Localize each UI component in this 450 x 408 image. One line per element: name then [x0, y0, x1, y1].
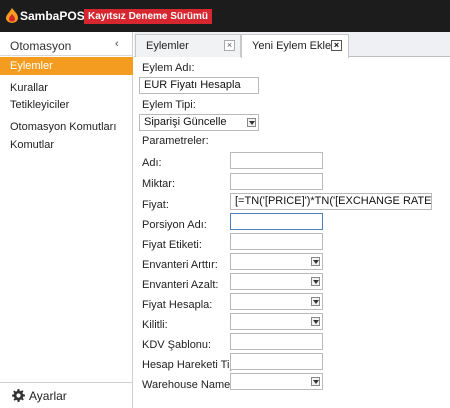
- sidebar-item-tetikleyiciler[interactable]: Tetikleyiciler: [0, 96, 133, 114]
- main-panel: Eylemler × Yeni Eylem Ekle × Eylem Adı: …: [134, 32, 450, 408]
- settings-label: Ayarlar: [29, 389, 67, 403]
- param-label: Adı:: [142, 157, 162, 169]
- param-label: Miktar:: [142, 178, 175, 190]
- sidebar: Otomasyon ‹ Eylemler Kurallar Tetikleyic…: [0, 32, 133, 408]
- param-label: Warehouse Name:: [142, 379, 234, 391]
- param-label: Fiyat Hesapla:: [142, 299, 213, 311]
- app-name: SambaPOS: [20, 9, 85, 23]
- param-fiyat-etiketi-field[interactable]: [230, 233, 323, 250]
- param-label: Porsiyon Adı:: [142, 219, 207, 231]
- chevron-left-icon[interactable]: ‹: [115, 38, 119, 50]
- sidebar-header: Otomasyon ‹: [0, 34, 133, 56]
- param-label: Hesap Hareketi Tipi:: [142, 359, 242, 371]
- param-label: Envanteri Azalt:: [142, 279, 219, 291]
- tab-label: Eylemler: [146, 40, 189, 52]
- param-envanteri-azalt-select[interactable]: [230, 273, 323, 290]
- parameters-label: Parametreler:: [142, 135, 209, 147]
- chevron-down-icon: [247, 118, 256, 127]
- param-envanteri-arttir-select[interactable]: [230, 253, 323, 270]
- chevron-down-icon: [311, 297, 320, 306]
- action-type-value: Siparişi Güncelle: [144, 116, 227, 128]
- chevron-down-icon: [311, 317, 320, 326]
- action-type-select[interactable]: Siparişi Güncelle: [139, 114, 259, 131]
- param-label: Fiyat:: [142, 199, 169, 211]
- param-kilitli-select[interactable]: [230, 313, 323, 330]
- param-fiyat-hesapla-select[interactable]: [230, 293, 323, 310]
- tab-label: Yeni Eylem Ekle: [252, 40, 332, 52]
- param-label: Kilitli:: [142, 319, 168, 331]
- param-warehouse-name-select[interactable]: [230, 373, 323, 390]
- param-kdv-sablonu-field[interactable]: [230, 333, 323, 350]
- chevron-down-icon: [311, 377, 320, 386]
- sidebar-title: Otomasyon: [10, 39, 72, 53]
- chevron-down-icon: [311, 277, 320, 286]
- sidebar-item-otomasyon-komutlari[interactable]: Otomasyon Komutları: [0, 118, 133, 136]
- action-name-label: Eylem Adı:: [142, 62, 195, 74]
- action-type-label: Eylem Tipi:: [142, 99, 196, 111]
- sidebar-item-kurallar[interactable]: Kurallar: [0, 79, 133, 97]
- action-name-field[interactable]: EUR Fiyatı Hesapla: [139, 77, 259, 94]
- sidebar-item-komutlar[interactable]: Komutlar: [0, 136, 133, 154]
- param-miktar-field[interactable]: [230, 173, 323, 190]
- trial-badge: Kayıtsız Deneme Sürümü: [84, 9, 213, 24]
- close-icon[interactable]: ×: [331, 40, 342, 51]
- param-label: KDV Şablonu:: [142, 339, 212, 351]
- param-label: Fiyat Etiketi:: [142, 239, 202, 251]
- param-hesap-hareketi-tipi-field[interactable]: [230, 353, 323, 370]
- chevron-down-icon: [311, 257, 320, 266]
- tab-eylemler[interactable]: Eylemler ×: [135, 34, 241, 57]
- close-icon[interactable]: ×: [224, 40, 235, 51]
- param-adi-field[interactable]: [230, 152, 323, 169]
- tab-strip: Eylemler × Yeni Eylem Ekle ×: [134, 32, 450, 58]
- settings-button[interactable]: Ayarlar: [0, 382, 133, 408]
- param-porsiyon-adi-field[interactable]: [230, 213, 323, 230]
- tab-yeni-eylem-ekle[interactable]: Yeni Eylem Ekle ×: [241, 34, 349, 58]
- title-bar: SambaPOS Kayıtsız Deneme Sürümü: [0, 0, 450, 32]
- param-fiyat-field[interactable]: [=TN('[PRICE]')*TN('[EXCHANGE RATE:USD]'…: [230, 193, 432, 210]
- sidebar-item-eylemler[interactable]: Eylemler: [0, 57, 133, 75]
- param-label: Envanteri Arttır:: [142, 259, 218, 271]
- gear-icon: [12, 389, 25, 402]
- samba-logo-icon: [6, 8, 18, 23]
